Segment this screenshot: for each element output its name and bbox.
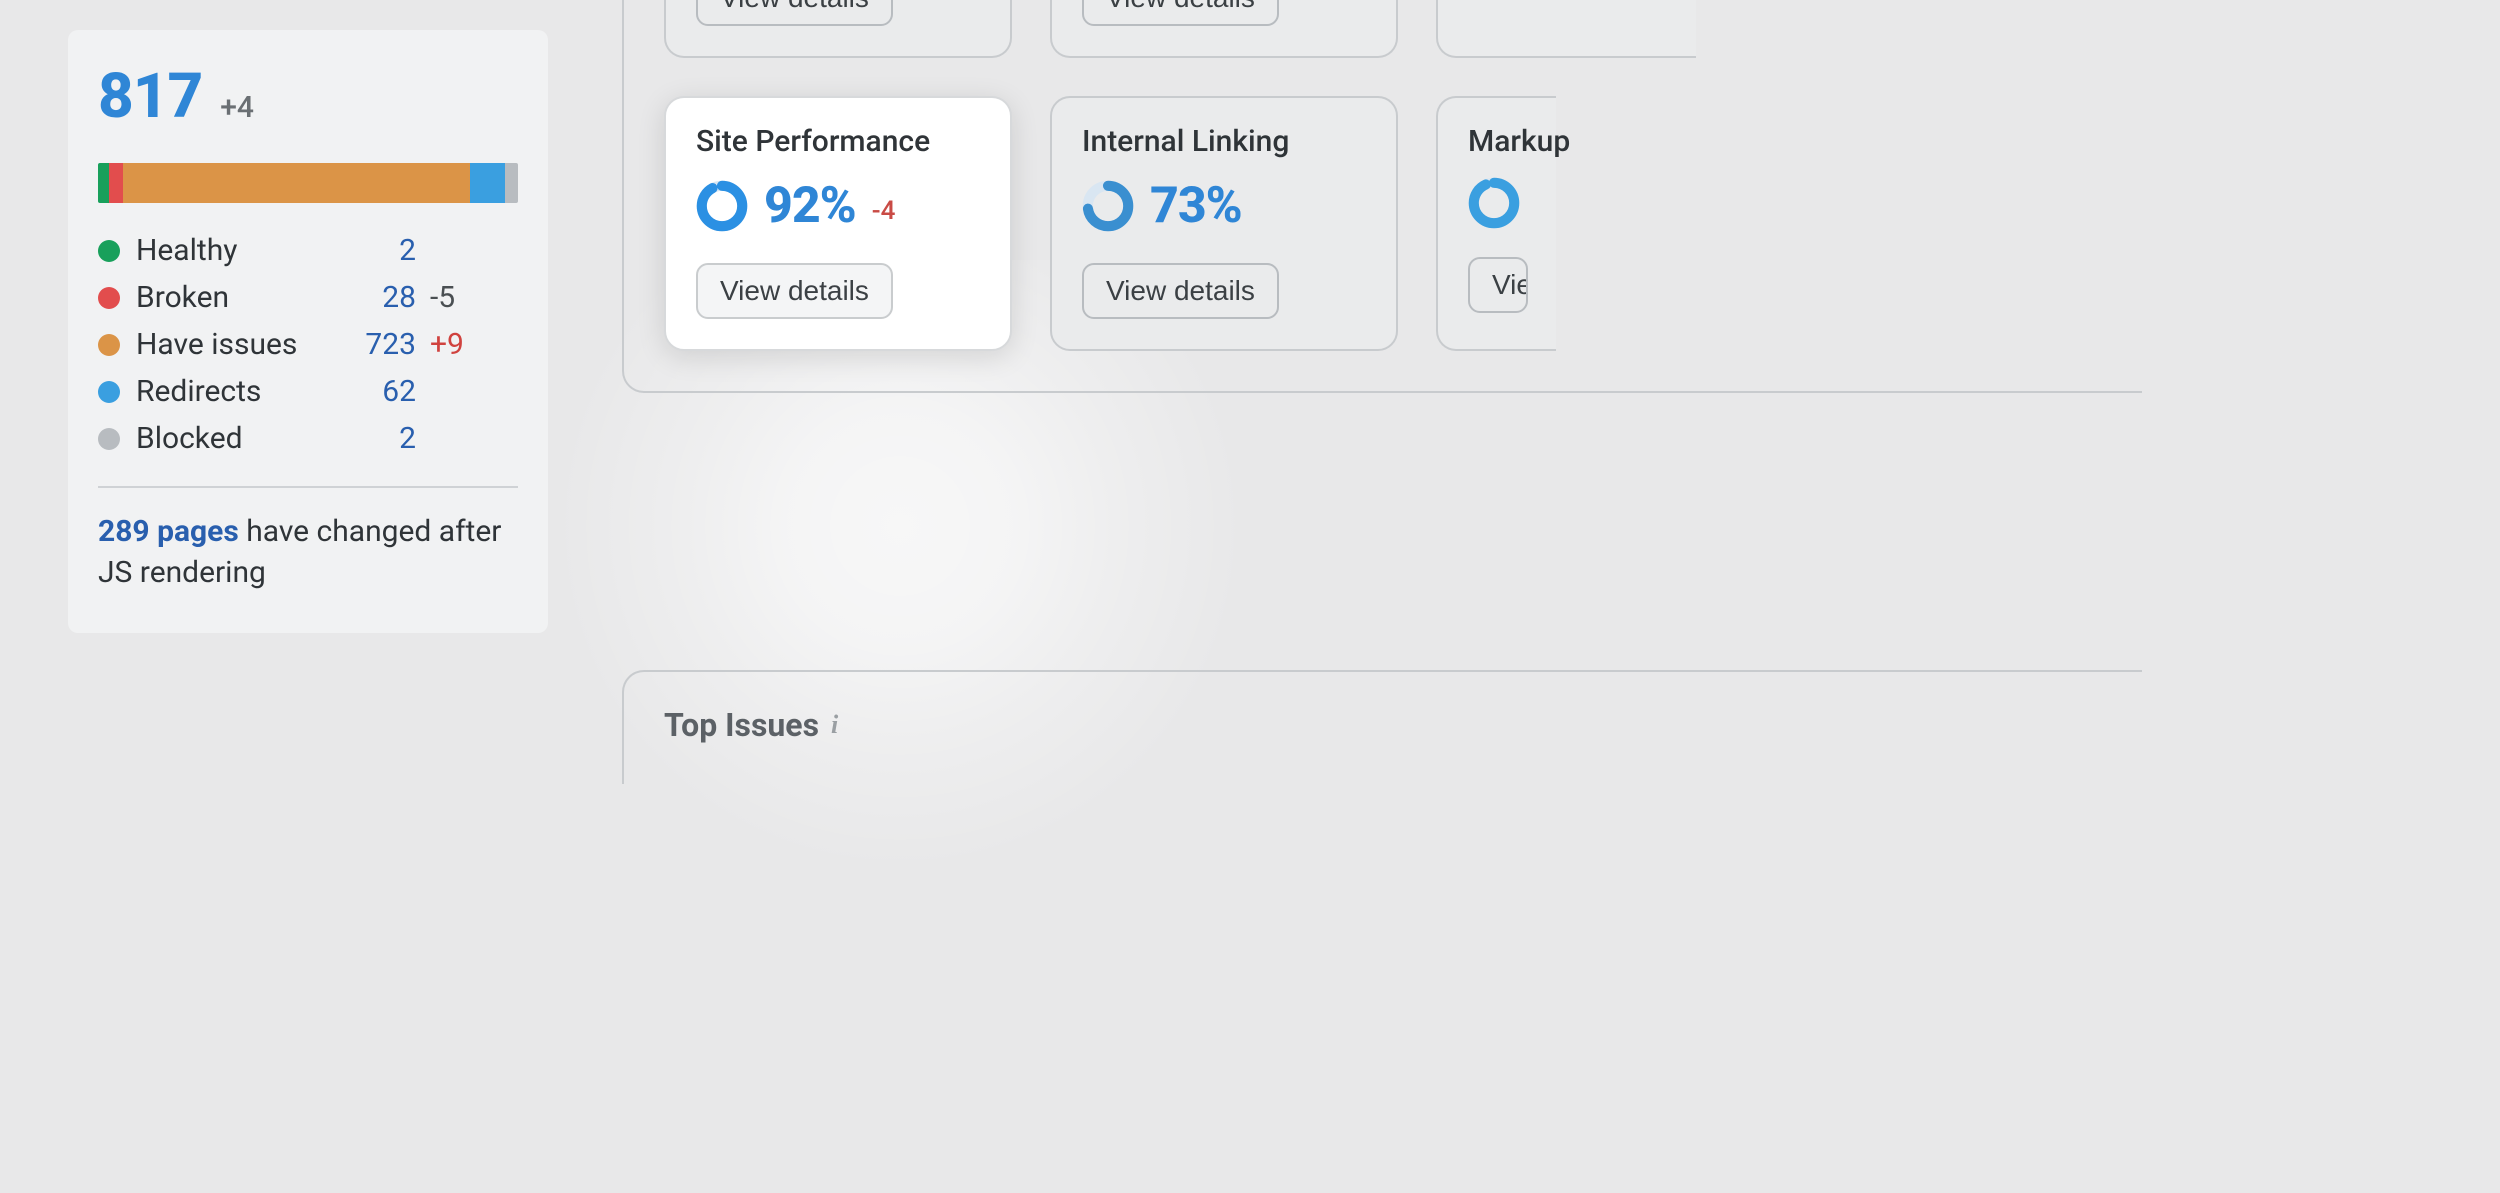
metric-card-internal-linking: Internal Linking 73% View details [1050, 96, 1398, 351]
card-title: Internal Linking [1082, 124, 1366, 159]
metric-percent: 73% [1150, 177, 1242, 235]
donut-icon [696, 180, 748, 232]
view-details-button[interactable]: View details [1082, 0, 1279, 26]
info-icon[interactable]: i [831, 710, 838, 740]
metric-value: 73% [1082, 177, 1366, 235]
legend-row-have-issues[interactable]: Have issues 723 +9 [98, 327, 518, 362]
dot-icon [98, 240, 120, 262]
legend-delta: +9 [430, 327, 464, 362]
crawl-legend: Healthy 2 Broken 28 -5 Have issues 723 +… [98, 233, 518, 456]
legend-row-blocked[interactable]: Blocked 2 [98, 421, 518, 456]
metric-percent: 92% [764, 177, 856, 235]
metric-value [1468, 177, 1526, 229]
crawl-status-bar [98, 163, 518, 203]
legend-row-redirects[interactable]: Redirects 62 [98, 374, 518, 409]
legend-count: 2 [346, 233, 416, 268]
metric-value: 92% -4 [696, 177, 980, 235]
js-rendering-count[interactable]: 289 pages [98, 514, 239, 549]
view-details-button[interactable]: View details [696, 0, 893, 26]
bar-seg-blocked [505, 163, 518, 203]
top-issues-title: Top Issues [664, 706, 819, 744]
crawl-total-pages: 817 [98, 60, 202, 133]
card-row-top: 79% -4 View details 98% View details Int… [664, 0, 2102, 58]
legend-label: Redirects [136, 374, 346, 409]
card-title: Site Performance [696, 124, 980, 159]
dot-icon [98, 381, 120, 403]
bar-seg-healthy [98, 163, 109, 203]
js-rendering-note: 289 pages have changed after JS renderin… [98, 512, 518, 593]
view-details-button[interactable]: View details [1082, 263, 1279, 319]
legend-count: 62 [346, 374, 416, 409]
legend-label: Have issues [136, 327, 346, 362]
thematic-reports-grid: 79% -4 View details 98% View details Int… [622, 0, 2142, 393]
divider [98, 486, 518, 488]
card-title: Markup [1468, 124, 1526, 159]
legend-delta: -5 [430, 280, 455, 315]
metric-delta: -4 [872, 196, 896, 226]
metric-card-https: 98% View details [1050, 0, 1398, 58]
crawl-summary-header: 817 +4 [98, 60, 518, 133]
crawl-summary-card: 817 +4 Healthy 2 Broken 28 -5 Have issue… [68, 30, 548, 633]
dot-icon [98, 287, 120, 309]
metric-card-intl-note: Internal links are not included in this … [1436, 0, 1696, 58]
bar-seg-redirects [470, 163, 506, 203]
legend-count: 2 [346, 421, 416, 456]
donut-icon [1082, 180, 1134, 232]
legend-row-broken[interactable]: Broken 28 -5 [98, 280, 518, 315]
bar-seg-have-issues [123, 163, 470, 203]
card-row-bottom: Site Performance 92% -4 View details Int… [664, 96, 2102, 351]
legend-row-healthy[interactable]: Healthy 2 [98, 233, 518, 268]
metric-card-markup: Markup View details [1436, 96, 1556, 351]
crawl-total-delta: +4 [220, 90, 254, 125]
view-details-button[interactable]: View details [696, 263, 893, 319]
legend-label: Healthy [136, 233, 346, 268]
legend-count: 28 [346, 280, 416, 315]
legend-label: Broken [136, 280, 346, 315]
legend-label: Blocked [136, 421, 346, 456]
top-issues-panel: Top Issues i [622, 670, 2142, 784]
legend-count: 723 [346, 327, 416, 362]
metric-card-crawlability: 79% -4 View details [664, 0, 1012, 58]
bar-seg-broken [109, 163, 124, 203]
dot-icon [98, 428, 120, 450]
donut-icon [1468, 177, 1520, 229]
metric-card-site-performance: Site Performance 92% -4 View details [664, 96, 1012, 351]
dot-icon [98, 334, 120, 356]
view-details-button[interactable]: View details [1468, 257, 1528, 313]
